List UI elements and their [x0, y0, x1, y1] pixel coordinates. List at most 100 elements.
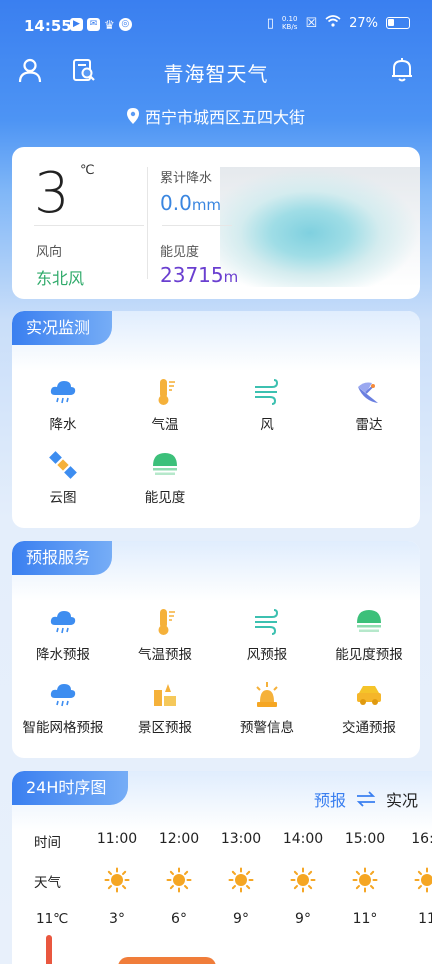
wifi-icon: [325, 15, 341, 31]
warning-light-icon: [252, 680, 282, 710]
current-conditions-card[interactable]: 3 ℃ 累计降水 0.0mm 风向 东北风 能见度 23715m: [12, 147, 420, 299]
precip-label: 累计降水: [160, 171, 213, 186]
divider: [34, 225, 144, 226]
grid-item-7[interactable]: 交通预报: [318, 680, 420, 736]
section-title: 24H时序图: [12, 771, 129, 805]
status-bar: 14:55 ▶ ✉ ♛ ◎ ▯ 0.10 KB/s ☒ 27%: [0, 0, 432, 50]
grid-item-label: 能见度预报: [335, 647, 403, 663]
temp-cell: 9°: [233, 911, 249, 927]
forecast-services-section: 预报服务 降水预报 气温预报 风预报 能见度预报智能网格预报 景区预报 预警信息 交通预报: [12, 541, 420, 758]
current-temperature: 3: [34, 161, 70, 226]
rain-cloud-icon: [48, 680, 78, 710]
page-title: 青海智天气: [163, 62, 269, 86]
sun-icon: [148, 867, 210, 893]
satellite-icon: [48, 450, 78, 480]
grid-item-label: 预警信息: [240, 720, 294, 736]
swap-icon[interactable]: [356, 791, 376, 807]
time-cell: 11:00: [96, 831, 138, 847]
temperature-bubble: [118, 957, 216, 964]
wind-label: 风向: [36, 245, 63, 260]
section-title: 预报服务: [12, 541, 113, 575]
grid-item-label: 气温预报: [138, 647, 192, 663]
notification-app-icon: ◎: [118, 18, 132, 31]
precip-unit: mm: [191, 196, 222, 214]
wind-icon: [252, 607, 282, 637]
temperature-bar: [46, 935, 52, 964]
grid-item-label: 风: [260, 417, 274, 433]
grid-item-label: 雷达: [355, 417, 383, 433]
timeline-section: 24H时序图 预报 实况 时间 11:00 12:00 13:00 14:00 15:0…: [12, 771, 432, 964]
sun-icon: [272, 867, 334, 893]
toggle-actual[interactable]: 实况: [386, 787, 418, 811]
time-cell: 13:00: [220, 831, 262, 847]
status-time: 14:55: [24, 17, 72, 35]
grid-item-1[interactable]: 气温预报: [114, 607, 216, 663]
visibility-value-group: 23715m: [160, 263, 238, 287]
divider: [147, 167, 148, 279]
time-cell: 14:00: [282, 831, 324, 847]
bell-icon: [392, 58, 412, 82]
wind-direction-value: 东北风: [36, 269, 85, 288]
temp-cell: 11°: [352, 911, 378, 927]
grid-item-3[interactable]: 能见度预报: [318, 607, 420, 663]
grid-item-5[interactable]: 景区预报: [114, 680, 216, 736]
temp-cell: 9°: [295, 911, 311, 927]
toggle-forecast[interactable]: 预报: [314, 787, 346, 811]
visibility-unit: m: [223, 268, 239, 286]
visibility-icon: [150, 450, 180, 480]
time-cell: 15:00: [344, 831, 386, 847]
notifications-button[interactable]: [386, 54, 418, 86]
grid-item-0[interactable]: 降水预报: [12, 607, 114, 663]
rain-cloud-icon: [48, 377, 78, 407]
grid-item-label: 风预报: [246, 647, 288, 663]
sun-icon: [210, 867, 272, 893]
temp-cell: 11: [418, 911, 432, 927]
grid-item-0[interactable]: 降水: [12, 377, 114, 433]
grid-item-label: 云图: [49, 490, 77, 506]
grid-item-label: 智能网格预报: [22, 720, 104, 736]
precip-value: 0.0: [160, 191, 192, 215]
temperature-unit: ℃: [80, 163, 95, 178]
live-monitoring-section: 实况监测 降水 气温 风 雷达 云图 能见度: [12, 311, 420, 528]
timeline-toggle[interactable]: 预报 实况: [314, 787, 418, 811]
grid-item-3[interactable]: 雷达: [318, 377, 420, 433]
temp-cell: 3°: [109, 911, 125, 927]
net-speed: 0.10 KB/s: [281, 15, 298, 31]
grid-item-6[interactable]: 预警信息: [216, 680, 318, 736]
scenic-icon: [150, 680, 180, 710]
grid-item-label: 景区预报: [138, 720, 192, 736]
grid-item-label: 能见度: [144, 490, 186, 506]
car-icon: [354, 680, 384, 710]
precip-value-group: 0.0mm: [160, 191, 221, 215]
notification-play-icon: ▶: [70, 18, 83, 31]
grid-item-5[interactable]: 能见度: [114, 450, 216, 506]
grid-item-1[interactable]: 气温: [114, 377, 216, 433]
divider: [162, 225, 232, 226]
grid-item-label: 气温: [151, 417, 179, 433]
sun-icon: [334, 867, 396, 893]
thermometer-icon: [150, 377, 180, 407]
time-cell: 16:0: [411, 831, 432, 847]
grid-item-4[interactable]: 智能网格预报: [12, 680, 114, 736]
app-header: 青海智天气: [0, 50, 432, 90]
time-cell: 12:00: [158, 831, 200, 847]
grid-item-2[interactable]: 风预报: [216, 607, 318, 663]
rain-cloud-icon: [48, 607, 78, 637]
visibility-label: 能见度: [160, 245, 200, 260]
wind-icon: [252, 377, 282, 407]
grid-item-4[interactable]: 云图: [12, 450, 114, 506]
temp-cell: 6°: [171, 911, 187, 927]
time-row: 11:00 12:00 13:00 14:00 15:00 16:0: [12, 831, 432, 861]
grid-item-label: 交通预报: [342, 720, 396, 736]
no-sim-icon: ☒: [305, 15, 318, 31]
battery-percent: 27%: [349, 15, 378, 31]
battery-icon: [386, 17, 410, 29]
vibrate-icon: ▯: [266, 15, 274, 31]
location-pin-icon: [126, 108, 139, 124]
thermometer-icon: [150, 607, 180, 637]
weather-row: [12, 867, 432, 897]
grid-item-2[interactable]: 风: [216, 377, 318, 433]
location-selector[interactable]: 西宁市城西区五四大街: [0, 104, 432, 128]
grid-item-label: 降水: [49, 417, 77, 433]
visibility-value: 23715: [160, 263, 224, 287]
